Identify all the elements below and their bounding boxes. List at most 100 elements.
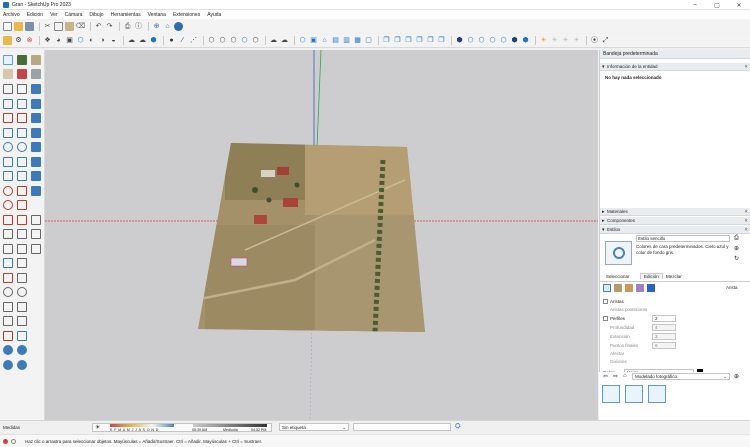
- select-2-icon[interactable]: [17, 84, 27, 94]
- layers-icon[interactable]: ⬡: [499, 36, 508, 45]
- receive-shadows-icon[interactable]: ☀: [561, 36, 570, 45]
- tag-tool-icon[interactable]: ⛭: [455, 423, 461, 431]
- close-icon[interactable]: ✕: [744, 63, 748, 71]
- entity-info-header[interactable]: Información de la entidad ✕: [600, 63, 750, 71]
- back-camera-icon[interactable]: ▥: [342, 36, 351, 45]
- paint-icon[interactable]: [31, 69, 41, 79]
- menu-ventana[interactable]: Ventana: [148, 12, 166, 18]
- styles-header[interactable]: Estilos ✕: [600, 226, 750, 234]
- front-camera-icon[interactable]: ⌂: [320, 36, 329, 45]
- monochrome-icon[interactable]: ◒: [109, 36, 118, 45]
- intersect-icon[interactable]: [31, 157, 41, 167]
- position-camera-icon[interactable]: ⦿: [590, 36, 599, 45]
- time-slider[interactable]: [193, 424, 267, 427]
- style-thumbnail-2[interactable]: [625, 385, 643, 403]
- extension-manager-icon[interactable]: ⬡: [477, 36, 486, 45]
- components-icon[interactable]: ❖: [43, 36, 52, 45]
- solid-outer-shell-icon[interactable]: ❐: [382, 36, 391, 45]
- outer-shell-icon[interactable]: [31, 171, 41, 181]
- warehouse-share-icon[interactable]: ⬢: [455, 36, 464, 45]
- solid-tools-icon[interactable]: [31, 186, 41, 196]
- zoom-extents-tool-icon[interactable]: [3, 287, 13, 297]
- menu-camara[interactable]: Cámara: [65, 12, 83, 18]
- components-header[interactable]: Componentes ✕: [600, 217, 750, 225]
- offset-icon[interactable]: [31, 99, 41, 109]
- perfiles-width-input[interactable]: 2: [652, 315, 676, 322]
- open-folder-icon[interactable]: [3, 36, 12, 45]
- update-style-icon[interactable]: ↻: [734, 255, 739, 262]
- circle-icon[interactable]: [3, 142, 13, 152]
- polygon-icon[interactable]: [17, 142, 27, 152]
- solid-split-icon[interactable]: ❐: [437, 36, 446, 45]
- solid-subtract-icon[interactable]: ❐: [415, 36, 424, 45]
- tag-filter-input[interactable]: [353, 423, 451, 431]
- close-icon[interactable]: ✕: [744, 217, 748, 225]
- aristas-checkbox[interactable]: [603, 299, 608, 304]
- zoom-icon[interactable]: [3, 273, 13, 283]
- tab-seleccionar[interactable]: Seleccionar: [606, 274, 630, 279]
- shaded-icon[interactable]: ◑: [98, 36, 107, 45]
- style-name-field[interactable]: Estilo sencillo: [636, 235, 730, 242]
- previous-view-icon[interactable]: [17, 287, 27, 297]
- sandbox-flip-edge-icon[interactable]: ⬡: [251, 36, 260, 45]
- iso-camera-icon[interactable]: ⬡: [298, 36, 307, 45]
- month-slider[interactable]: [110, 424, 174, 427]
- move-tool-icon[interactable]: [3, 186, 13, 196]
- follow-me-tool-icon[interactable]: [17, 200, 27, 210]
- move-icon[interactable]: [3, 84, 13, 94]
- undo-tool-icon[interactable]: [31, 215, 41, 225]
- status-info-icon[interactable]: [3, 439, 8, 444]
- puntos-finales-input[interactable]: 6: [652, 342, 676, 349]
- paint-bucket-icon[interactable]: [31, 55, 41, 65]
- warehouse-icon[interactable]: ⌂: [163, 22, 172, 31]
- sandbox-scratch-icon[interactable]: ⋰: [189, 36, 198, 45]
- menu-herramientas[interactable]: Herramientas: [111, 12, 141, 18]
- geo-location-icon[interactable]: ⬢: [149, 36, 158, 45]
- details-icon[interactable]: ⊕: [734, 373, 739, 380]
- menu-ver[interactable]: Ver: [50, 12, 58, 18]
- select-tool-icon[interactable]: [3, 55, 13, 65]
- settings-gear-icon[interactable]: ⚙: [14, 36, 23, 45]
- solid-union-icon[interactable]: ❐: [404, 36, 413, 45]
- face-settings-icon[interactable]: [614, 284, 622, 292]
- save-style-icon[interactable]: ⎙: [734, 235, 739, 242]
- axes-icon[interactable]: [17, 244, 27, 254]
- 3d-text-icon[interactable]: [31, 244, 41, 254]
- extensions-tool-icon[interactable]: [17, 345, 27, 355]
- push-pull-icon[interactable]: [31, 84, 41, 94]
- tab-mezclar[interactable]: Mezclar: [666, 274, 682, 279]
- close-icon[interactable]: ✕: [744, 208, 748, 216]
- arc-icon[interactable]: [3, 157, 13, 167]
- sun-position-icon[interactable]: ☀: [572, 36, 581, 45]
- add-location-icon[interactable]: ●: [167, 36, 176, 45]
- three-point-arc-icon[interactable]: [3, 171, 13, 181]
- position-camera-tool-icon[interactable]: [3, 302, 13, 312]
- materials-icon[interactable]: ◕: [54, 36, 63, 45]
- redo-icon[interactable]: ↷: [105, 22, 114, 31]
- menu-ayuda[interactable]: Ayuda: [207, 12, 221, 18]
- edge-settings-icon[interactable]: [603, 284, 611, 292]
- line-icon[interactable]: [3, 99, 13, 109]
- dimension-icon[interactable]: [17, 229, 27, 239]
- extension-warehouse-icon[interactable]: [174, 21, 183, 31]
- cloud-download-icon[interactable]: ☁: [138, 36, 147, 45]
- watermark-settings-icon[interactable]: [636, 284, 644, 292]
- style-thumbnail-1[interactable]: [602, 385, 620, 403]
- zoom-extents-icon[interactable]: ⊕: [152, 22, 161, 31]
- solid-intersect-icon[interactable]: ❐: [393, 36, 402, 45]
- home-icon[interactable]: ⌂: [623, 373, 627, 379]
- north-icon[interactable]: [17, 331, 27, 341]
- sandbox-smoove-icon[interactable]: ⬡: [207, 36, 216, 45]
- collection-select[interactable]: Modelado fotográfico ⌄: [632, 373, 730, 380]
- tape-measure-icon[interactable]: [3, 229, 13, 239]
- text-icon[interactable]: [31, 229, 41, 239]
- tag-select[interactable]: Sin etiqueta ⌄: [279, 423, 349, 431]
- rotate-icon[interactable]: [31, 142, 41, 152]
- pie-icon[interactable]: [17, 171, 27, 181]
- new-file-icon[interactable]: [3, 21, 12, 31]
- credits-icon[interactable]: [11, 439, 16, 444]
- protractor-icon[interactable]: [3, 244, 13, 254]
- shadows-icon[interactable]: ⬢: [510, 36, 519, 45]
- copy-icon[interactable]: [54, 21, 63, 31]
- rotate-tool-icon[interactable]: [3, 200, 13, 210]
